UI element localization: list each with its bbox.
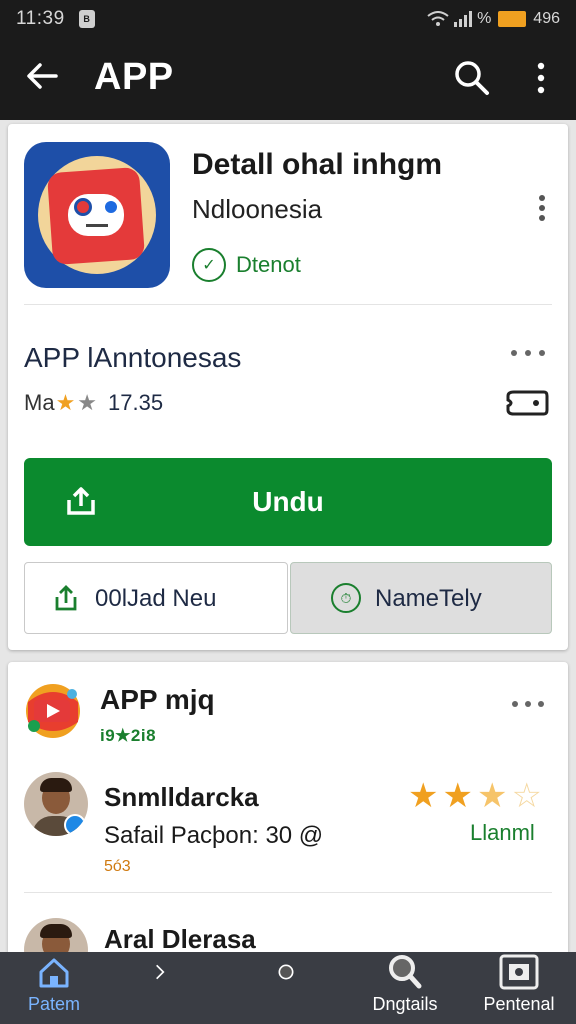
more-vertical-icon[interactable]: [528, 58, 554, 98]
star-empty-icon: ☆: [511, 777, 542, 815]
more-vertical-icon[interactable]: [532, 192, 552, 224]
circle-icon: [278, 964, 294, 980]
signal-icon: [454, 11, 473, 27]
install-button[interactable]: Undu: [24, 458, 552, 546]
verified-label: Dtenot: [236, 252, 301, 277]
divider: [24, 892, 552, 893]
review-text: Safail Pacþon: 30 @: [104, 822, 324, 849]
download-button[interactable]: 00lJad Neu: [24, 562, 288, 634]
clock-icon: ⏱: [331, 583, 361, 613]
check-circle-icon: ✓: [192, 248, 226, 282]
star-icon: ★: [408, 777, 439, 815]
related-app-title: APP mjq: [100, 684, 215, 715]
rating-row: Ma ★ ★ 17.35: [24, 390, 163, 416]
share-icon: [55, 585, 77, 611]
wifi-icon: [427, 11, 449, 26]
upload-icon: [67, 487, 95, 515]
review-stars: ★ ★ ★ ☆: [408, 776, 542, 816]
avatar[interactable]: [24, 772, 88, 836]
nav-home[interactable]: Patem: [16, 952, 92, 1024]
chevron-right-icon: [156, 964, 165, 980]
app-name: APP lAnntonesas: [24, 342, 242, 373]
app-logo-icon[interactable]: [24, 142, 170, 288]
schedule-button-label: NameTely: [375, 585, 482, 612]
media-icon: [499, 954, 539, 990]
app-bar: APP: [0, 38, 576, 120]
rating-value: 17.35: [108, 390, 164, 415]
nav-pen[interactable]: Pentenal: [474, 952, 564, 1024]
verified-badge: ✓ Dtenot: [192, 248, 301, 282]
related-card: APP mjq i9★2i8 Snmlldarcka Safail Pacþon…: [8, 662, 568, 982]
bottom-nav: Patem Dngtails Pentenal: [0, 952, 576, 1024]
nav-back[interactable]: [140, 952, 180, 1024]
battery-icon: [498, 11, 527, 27]
more-horizontal-icon[interactable]: [508, 346, 548, 360]
app-notification-icon: B: [78, 10, 95, 28]
install-button-label: Undu: [252, 486, 324, 517]
star-half-icon: ★: [476, 777, 508, 815]
status-indicators: % 496: [427, 10, 560, 28]
reviewer-name: Snmlldarcka: [104, 782, 259, 812]
star-icon: ★: [77, 390, 98, 415]
detail-subtitle: Ndloonesia: [192, 194, 323, 224]
star-icon: ★: [55, 390, 76, 415]
more-horizontal-icon[interactable]: [510, 698, 546, 710]
ticket-icon[interactable]: [504, 388, 550, 418]
search-icon[interactable]: [452, 58, 492, 98]
nav-pen-label: Pentenal: [483, 994, 555, 1014]
review-meta: 5ó3: [104, 858, 131, 875]
status-percent: %: [477, 10, 492, 27]
reviewer-name: Aral Dlerasa: [104, 924, 256, 954]
divider: [24, 304, 552, 305]
app-detail-card: Detall ohal inhgm Ndloonesia ✓ Dtenot AP…: [8, 124, 568, 650]
search-icon: [389, 955, 422, 989]
nav-home-label: Patem: [27, 994, 81, 1014]
home-icon: [39, 958, 69, 988]
download-button-label: 00lJad Neu: [95, 585, 217, 612]
nav-home-circle[interactable]: [266, 952, 306, 1024]
page-title: APP: [94, 56, 174, 98]
battery-text: 496: [533, 10, 560, 27]
detail-title: Detall ohal inhgm: [192, 148, 443, 181]
nav-details[interactable]: Dngtails: [360, 952, 450, 1024]
review-link[interactable]: Llanml: [470, 820, 535, 846]
rating-prefix: Ma: [24, 390, 55, 415]
related-app-subtitle: i9★2i8: [100, 726, 157, 745]
status-bar: 11:39 B % 496: [0, 0, 576, 38]
schedule-button[interactable]: ⏱ NameTely: [290, 562, 552, 634]
status-time: 11:39: [16, 8, 65, 29]
nav-details-label: Dngtails: [372, 994, 438, 1014]
arrow-left-icon[interactable]: [22, 56, 62, 96]
star-icon: ★: [442, 777, 473, 815]
video-app-icon[interactable]: [24, 682, 82, 740]
